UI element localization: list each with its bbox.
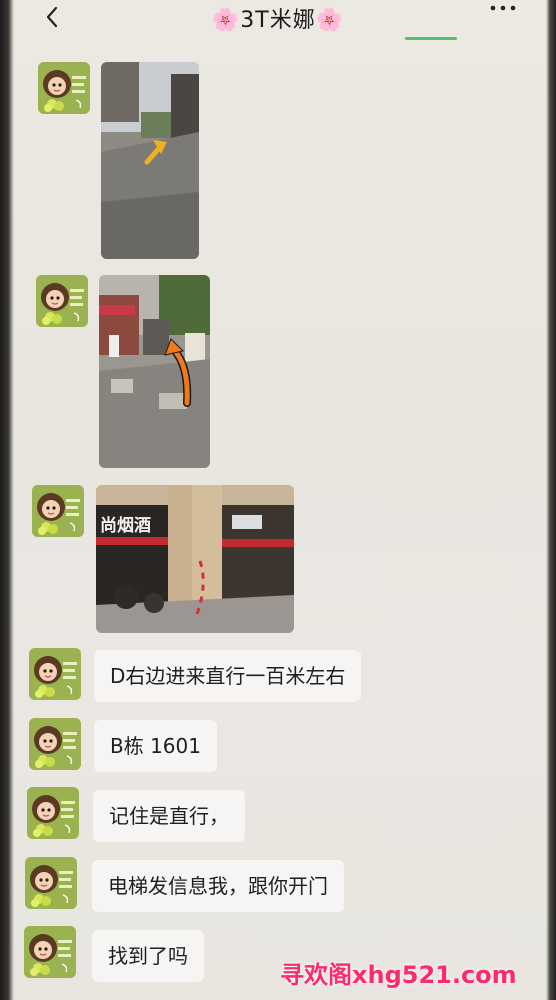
avatar[interactable] xyxy=(27,787,79,839)
chat-title: 🌸3T米娜🌸 xyxy=(211,8,345,33)
text-message-bubble[interactable]: 找到了吗 xyxy=(92,930,204,982)
image-message-street[interactable] xyxy=(101,62,199,259)
text-message-bubble[interactable]: D右边进来直行一百米左右 xyxy=(94,650,362,702)
avatar[interactable] xyxy=(29,648,81,700)
more-dots-icon[interactable] xyxy=(486,0,520,24)
avatar[interactable] xyxy=(29,718,81,770)
phone-frame-right xyxy=(546,0,556,1000)
text-message-bubble[interactable]: B栋 1601 xyxy=(94,720,217,772)
storefront-sign-text: 尚烟酒 xyxy=(100,515,151,536)
avatar[interactable] xyxy=(24,926,76,978)
image-message-alley[interactable] xyxy=(99,275,210,468)
chat-header: 🌸3T米娜🌸 xyxy=(0,0,556,40)
status-indicator xyxy=(405,37,457,40)
text-message-bubble[interactable]: 记住是直行， xyxy=(93,790,245,842)
avatar[interactable] xyxy=(38,62,90,114)
watermark-text: 寻欢阁xhg521.com xyxy=(280,961,517,989)
text-message-bubble[interactable]: 电梯发信息我，跟你开门 xyxy=(92,860,344,912)
avatar[interactable] xyxy=(32,485,84,537)
avatar[interactable] xyxy=(36,275,88,327)
image-message-storefront[interactable]: 尚烟酒 xyxy=(96,485,294,633)
avatar[interactable] xyxy=(25,857,77,909)
phone-frame-left xyxy=(0,0,14,1000)
